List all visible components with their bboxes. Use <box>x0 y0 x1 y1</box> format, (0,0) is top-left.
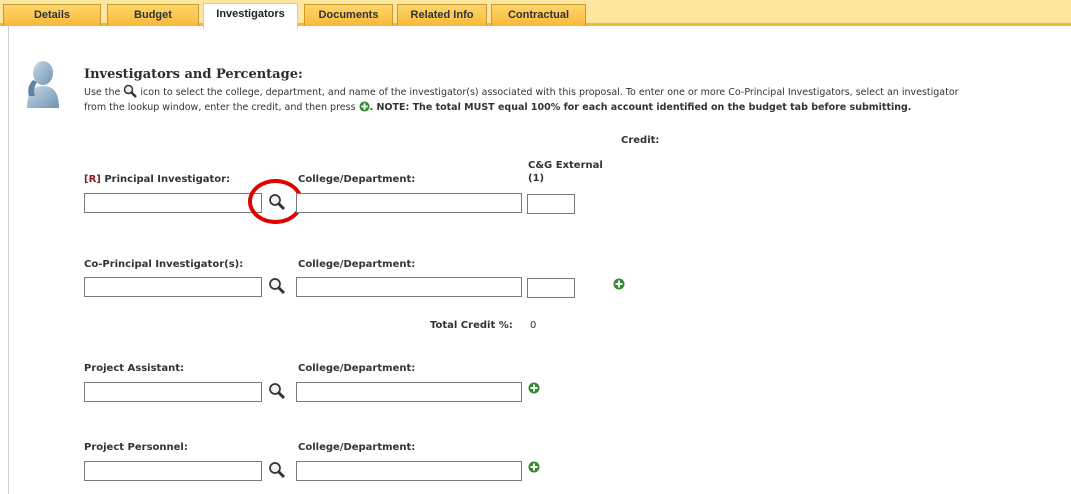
project-personnel-dept-label: College/Department: <box>298 442 416 453</box>
highlight-circle <box>248 179 303 224</box>
instruction-text-3: from the lookup window, enter the credit… <box>84 102 356 113</box>
tab-related-info[interactable]: Related Info <box>397 4 487 26</box>
project-assistant-label: Project Assistant: <box>84 363 184 374</box>
external-credit-index: (1) <box>528 173 545 184</box>
co-principal-lookup-icon[interactable] <box>267 276 287 296</box>
co-principal-dept-input[interactable] <box>296 277 522 297</box>
principal-dept-label: College/Department: <box>298 174 416 185</box>
tab-contractual[interactable]: Contractual <box>491 4 586 26</box>
principal-credit-input[interactable] <box>527 194 575 214</box>
project-personnel-dept-input[interactable] <box>296 461 522 481</box>
co-principal-credit-input[interactable] <box>527 278 575 298</box>
project-personnel-label: Project Personnel: <box>84 442 188 453</box>
principal-investigator-input[interactable] <box>84 193 262 213</box>
magnifier-icon <box>124 84 138 98</box>
principal-investigator-label: [R] Principal Investigator: <box>84 174 230 185</box>
principal-dept-input[interactable] <box>296 193 522 213</box>
required-marker: [R] <box>84 174 101 185</box>
co-principal-dept-label: College/Department: <box>298 259 416 270</box>
project-assistant-input[interactable] <box>84 382 262 402</box>
tab-budget[interactable]: Budget <box>107 4 199 26</box>
add-project-personnel-icon[interactable] <box>528 461 540 473</box>
tab-bar: Details Budget Investigators Documents R… <box>0 0 1071 29</box>
principal-investigator-label-text: Principal Investigator: <box>104 174 231 185</box>
total-credit-label: Total Credit %: <box>430 320 513 331</box>
add-project-assistant-icon[interactable] <box>528 382 540 394</box>
person-silhouette-icon <box>27 61 59 108</box>
instruction-text-1: Use the <box>84 87 121 98</box>
project-assistant-dept-label: College/Department: <box>298 363 416 374</box>
section-title: Investigators and Percentage: <box>84 67 303 82</box>
green-plus-icon <box>359 101 370 112</box>
instruction-note: . NOTE: The total MUST equal 100% for ea… <box>369 102 912 113</box>
project-assistant-lookup-icon[interactable] <box>267 381 287 401</box>
co-principal-input[interactable] <box>84 277 262 297</box>
project-personnel-input[interactable] <box>84 461 262 481</box>
add-co-principal-icon[interactable] <box>613 278 625 290</box>
instructions: Use the icon to select the college, depa… <box>84 84 1071 115</box>
total-credit-value: 0 <box>530 320 537 331</box>
instruction-text-2: icon to select the college, department, … <box>140 87 959 98</box>
co-principal-label: Co-Principal Investigator(s): <box>84 259 244 270</box>
external-credit-header: C&G External <box>528 160 603 171</box>
project-personnel-lookup-icon[interactable] <box>267 460 287 480</box>
project-assistant-dept-input[interactable] <box>296 382 522 402</box>
tab-details[interactable]: Details <box>3 4 101 26</box>
credit-header: Credit: <box>621 135 660 146</box>
tab-documents[interactable]: Documents <box>304 4 393 26</box>
